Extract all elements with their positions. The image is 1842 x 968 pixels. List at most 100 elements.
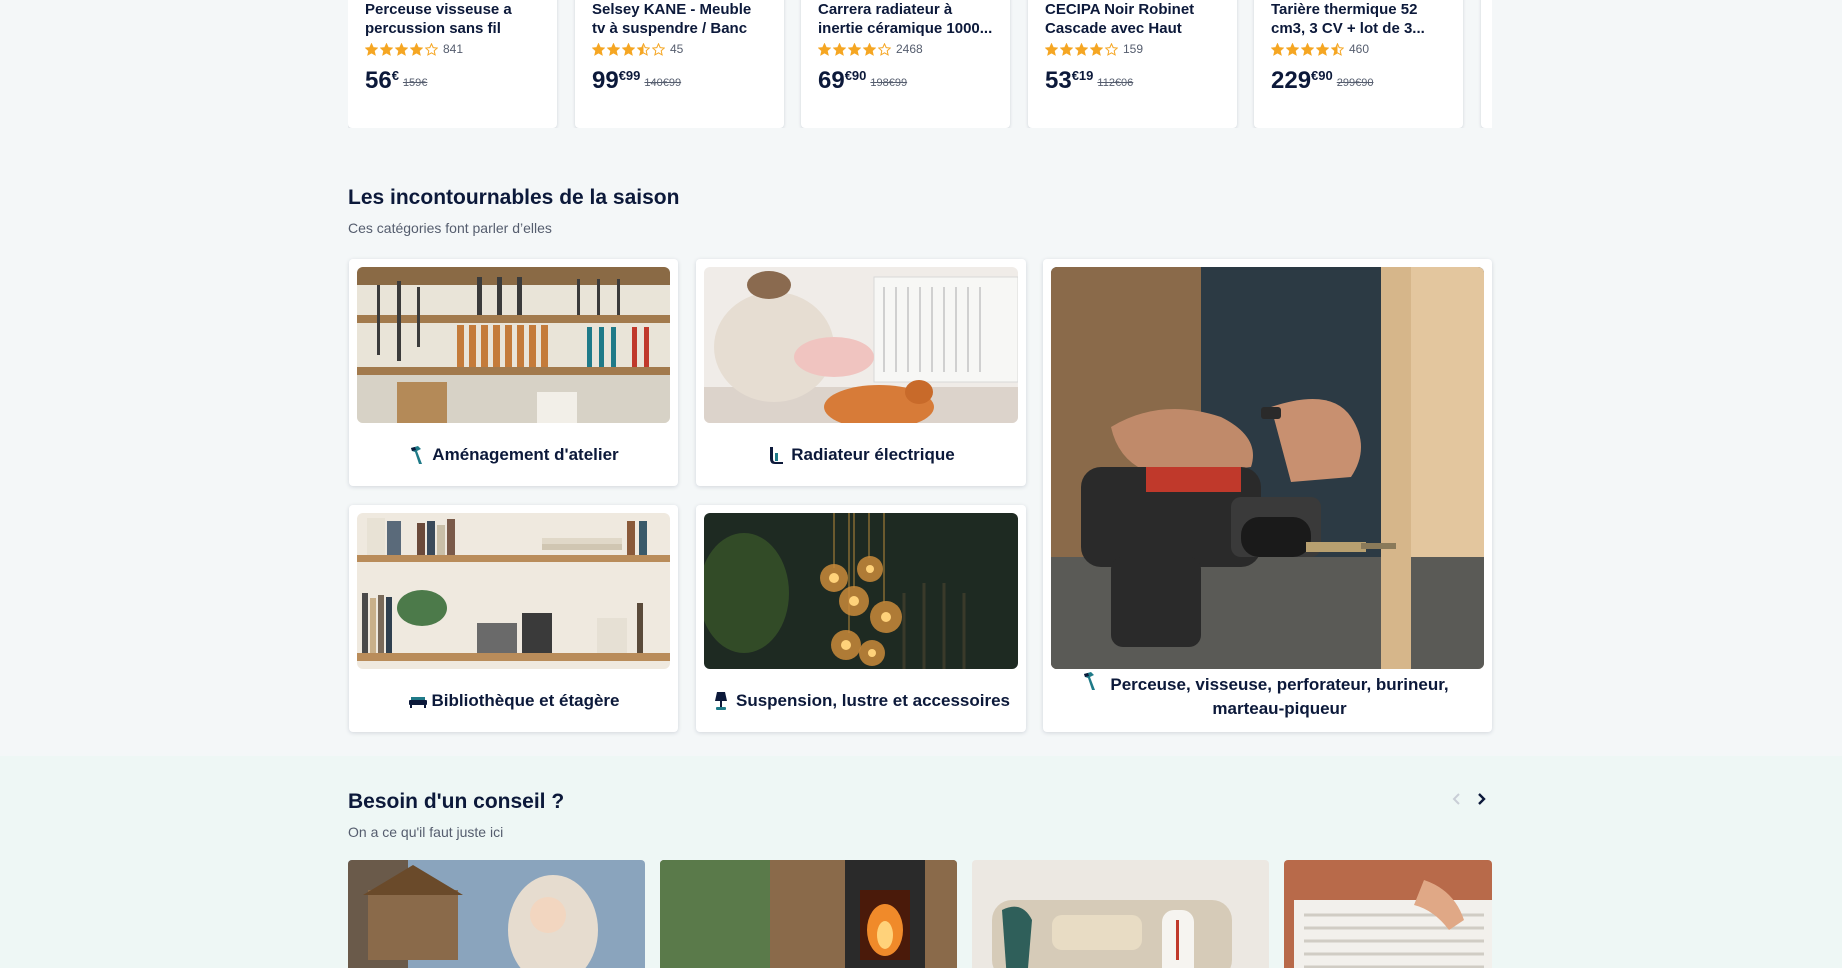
price-integer: 99 bbox=[592, 67, 619, 94]
category-label[interactable]: Aménagement d'atelier bbox=[357, 423, 670, 486]
review-count: 460 bbox=[1349, 42, 1370, 56]
category-label[interactable]: Suspension, lustre et accessoires bbox=[704, 669, 1018, 732]
seasonal-header: Les incontournables de la saison Ces cat… bbox=[348, 186, 1492, 236]
section-subtitle: Ces catégories font parler d’elles bbox=[348, 220, 552, 236]
price-cents: € bbox=[391, 68, 399, 83]
price-cents: €99 bbox=[618, 68, 641, 83]
category-card-workshop[interactable]: Aménagement d'atelier bbox=[349, 259, 678, 486]
star-full-icon bbox=[1060, 42, 1073, 56]
chevron-right-icon bbox=[1475, 792, 1487, 811]
price-integer: 69 bbox=[818, 67, 845, 94]
star-empty-icon bbox=[425, 42, 438, 56]
product-title[interactable]: CECIPA Noir Robinet Cascade avec Haut Be… bbox=[1045, 0, 1220, 38]
section-title: Besoin d'un conseil ? bbox=[348, 790, 565, 813]
advice-header: Besoin d'un conseil ? On a ce qu'il faut… bbox=[348, 790, 1492, 840]
sofa-icon bbox=[408, 691, 427, 711]
product-card[interactable]: Perceuse visseuse a percussion sans fil … bbox=[348, 0, 557, 128]
star-full-icon bbox=[1075, 42, 1088, 56]
old-price: 198€99 bbox=[870, 77, 908, 89]
section-subtitle: On a ce qu'il faut juste ici bbox=[348, 824, 504, 840]
star-half-icon bbox=[637, 42, 650, 56]
old-price: 299€90 bbox=[1336, 77, 1374, 89]
rating: 159 bbox=[1045, 42, 1220, 56]
product-card[interactable]: CECIPA Noir Robinet Cascade avec Haut Be… bbox=[1028, 0, 1237, 128]
product-card[interactable]: Tarière thermique 52 cm3, 3 CV + lot de … bbox=[1254, 0, 1463, 128]
category-text: Radiateur électrique bbox=[791, 444, 955, 464]
star-full-icon bbox=[592, 42, 605, 56]
rating: 460 bbox=[1271, 42, 1446, 56]
advice-card-partial[interactable] bbox=[1284, 860, 1492, 968]
drill-image[interactable] bbox=[1051, 267, 1484, 669]
hammer-icon bbox=[408, 445, 426, 465]
carousel-next-button[interactable] bbox=[1471, 791, 1491, 811]
bookshelf-image[interactable] bbox=[357, 513, 670, 669]
product-card[interactable]: Selsey KANE - Meuble tv à suspendre / Ba… bbox=[575, 0, 784, 128]
star-rating bbox=[592, 42, 665, 56]
product-carousel: Perceuse visseuse a percussion sans fil … bbox=[348, 0, 1492, 128]
category-card-radiator[interactable]: Radiateur électrique bbox=[696, 259, 1026, 486]
price: 229 €90 299€90 bbox=[1271, 68, 1446, 94]
workshop-image[interactable] bbox=[357, 267, 670, 423]
price-cents: €90 bbox=[844, 68, 867, 83]
lighting-image[interactable] bbox=[704, 513, 1018, 669]
section-title: Les incontournables de la saison bbox=[348, 186, 680, 209]
product-card[interactable]: Carrera radiateur à inertie céramique 10… bbox=[801, 0, 1010, 128]
star-full-icon bbox=[1045, 42, 1058, 56]
carousel-prev-button[interactable] bbox=[1447, 791, 1467, 811]
star-full-icon bbox=[622, 42, 635, 56]
old-price: 159€ bbox=[402, 77, 428, 89]
category-text: Aménagement d'atelier bbox=[432, 444, 619, 464]
lamp-icon bbox=[712, 691, 730, 711]
price-cents: €90 bbox=[1311, 68, 1333, 83]
star-rating bbox=[818, 42, 891, 56]
star-full-icon bbox=[395, 42, 408, 56]
star-rating bbox=[1271, 42, 1344, 56]
star-empty-icon bbox=[878, 42, 891, 56]
old-price: 140€99 bbox=[644, 77, 682, 89]
rating: 2468 bbox=[818, 42, 993, 56]
category-label[interactable]: Perceuse, visseuse, perforateur, burineu… bbox=[1051, 669, 1484, 724]
price-cents: €19 bbox=[1071, 68, 1094, 83]
rating: 841 bbox=[365, 42, 540, 56]
star-full-icon bbox=[607, 42, 620, 56]
product-title[interactable]: Selsey KANE - Meuble tv à suspendre / Ba… bbox=[592, 0, 767, 38]
review-count: 45 bbox=[670, 42, 684, 56]
star-full-icon bbox=[1301, 42, 1314, 56]
category-card-drill[interactable]: Perceuse, visseuse, perforateur, burineu… bbox=[1043, 259, 1492, 732]
chevron-left-icon bbox=[1451, 792, 1463, 811]
price-integer: 53 bbox=[1045, 67, 1072, 94]
price: 69 €90 198€99 bbox=[818, 68, 993, 94]
category-card-bookshelf[interactable]: Bibliothèque et étagère bbox=[349, 505, 678, 732]
star-full-icon bbox=[1316, 42, 1329, 56]
radiator-image[interactable] bbox=[704, 267, 1018, 423]
price-integer: 229 bbox=[1271, 67, 1312, 94]
old-price: 112€06 bbox=[1097, 77, 1134, 89]
star-rating bbox=[1045, 42, 1118, 56]
star-full-icon bbox=[818, 42, 831, 56]
star-full-icon bbox=[365, 42, 378, 56]
product-card-partial[interactable] bbox=[1481, 0, 1492, 128]
star-full-icon bbox=[380, 42, 393, 56]
star-full-icon bbox=[410, 42, 423, 56]
advice-card[interactable] bbox=[348, 860, 645, 968]
star-full-icon bbox=[1271, 42, 1284, 56]
product-title[interactable]: Tarière thermique 52 cm3, 3 CV + lot de … bbox=[1271, 0, 1446, 38]
review-count: 841 bbox=[443, 42, 464, 56]
category-card-lighting[interactable]: Suspension, lustre et accessoires bbox=[696, 505, 1026, 732]
star-empty-icon bbox=[652, 42, 665, 56]
star-full-icon bbox=[1090, 42, 1103, 56]
hammer-icon bbox=[1081, 671, 1099, 691]
advice-card[interactable] bbox=[660, 860, 957, 968]
review-count: 159 bbox=[1123, 42, 1144, 56]
advice-card[interactable] bbox=[972, 860, 1269, 968]
product-title[interactable]: Carrera radiateur à inertie céramique 10… bbox=[818, 0, 993, 38]
star-full-icon bbox=[848, 42, 861, 56]
category-label[interactable]: Bibliothèque et étagère bbox=[357, 669, 670, 732]
price-integer: 56 bbox=[365, 67, 392, 94]
category-text: Perceuse, visseuse, perforateur, burineu… bbox=[1110, 674, 1449, 718]
star-full-icon bbox=[833, 42, 846, 56]
star-rating bbox=[365, 42, 438, 56]
price: 56 € 159€ bbox=[365, 68, 540, 94]
category-label[interactable]: Radiateur électrique bbox=[704, 423, 1018, 486]
product-title[interactable]: Perceuse visseuse a percussion sans fil … bbox=[365, 0, 540, 38]
